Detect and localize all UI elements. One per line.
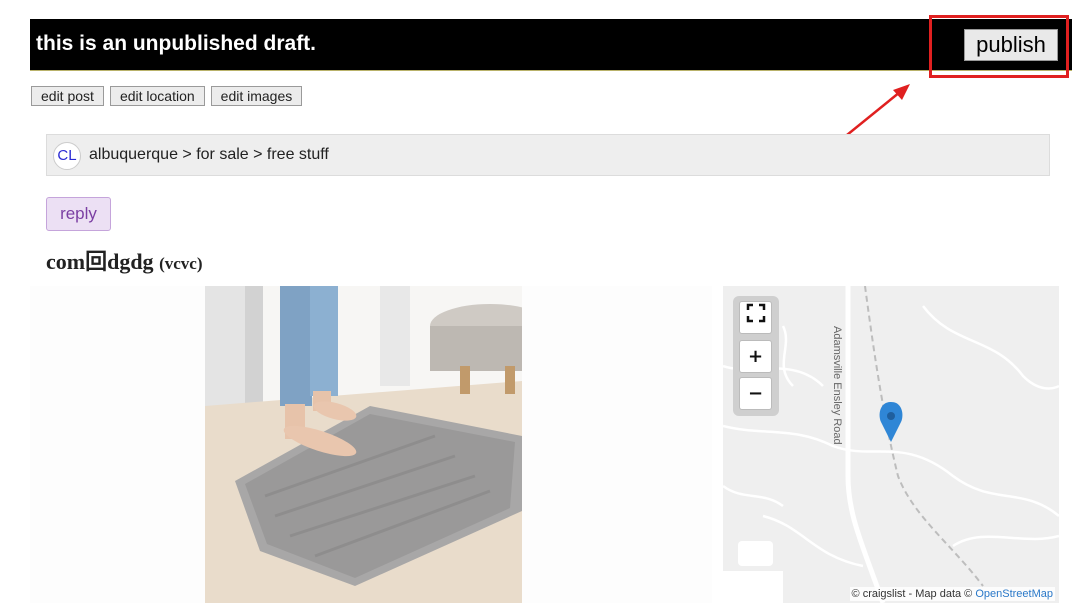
bath-mat-image <box>205 286 522 603</box>
map-road-label: Adamsville Ensley Road <box>831 326 843 445</box>
edit-actions: edit post edit location edit images <box>31 86 303 106</box>
breadcrumb-path[interactable]: albuquerque > for sale > free stuff <box>89 146 329 164</box>
edit-location-button[interactable]: edit location <box>109 86 205 106</box>
fullscreen-button[interactable] <box>739 301 772 334</box>
zoom-in-button[interactable]: + <box>739 340 772 373</box>
image-gallery[interactable] <box>30 286 712 603</box>
publish-button[interactable]: publish <box>964 29 1058 61</box>
edit-post-button[interactable]: edit post <box>31 86 104 106</box>
draft-message: this is an unpublished draft. <box>36 32 317 55</box>
reply-button[interactable]: reply <box>46 197 111 231</box>
product-photo[interactable] <box>205 286 522 603</box>
map-attribution: © craigslist - Map data © OpenStreetMap <box>849 587 1055 601</box>
zoom-out-button[interactable]: − <box>739 377 772 410</box>
craigslist-logo[interactable]: CL <box>53 142 81 170</box>
attribution-text: © craigslist - Map data © <box>851 588 973 600</box>
map-controls: + − <box>733 296 779 416</box>
edit-images-button[interactable]: edit images <box>210 86 303 106</box>
openstreetmap-link[interactable]: OpenStreetMap <box>975 588 1053 600</box>
location-map[interactable]: Adamsville Ensley Road + − © craigslist … <box>723 286 1059 603</box>
fullscreen-icon <box>746 303 765 322</box>
breadcrumb: CL albuquerque > for sale > free stuff <box>46 134 1050 176</box>
post-subtitle: (vcvc) <box>159 254 203 273</box>
post-title: com回dgdg (vcvc) <box>46 244 202 276</box>
draft-banner: this is an unpublished draft. publish <box>30 19 1072 71</box>
post-title-text: com回dgdg <box>46 249 154 274</box>
